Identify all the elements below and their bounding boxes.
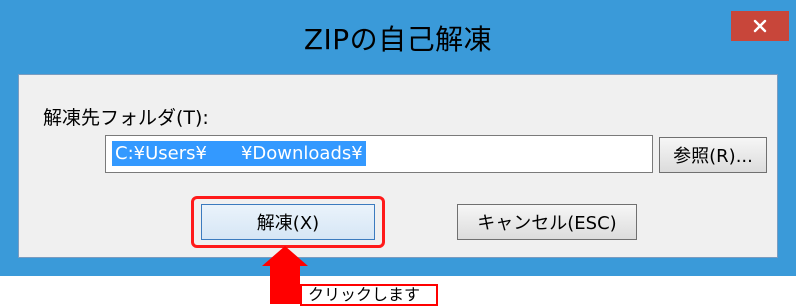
selected-path-text: C:¥Users¥ ¥Downloads¥ (112, 141, 366, 166)
dialog-window: ZIPの自己解凍 解凍先フォルダ(T): C:¥Users¥ ¥Download… (0, 0, 796, 276)
destination-folder-label: 解凍先フォルダ(T): (43, 107, 209, 129)
close-icon (753, 19, 767, 33)
browse-button[interactable]: 参照(R)... (659, 137, 767, 173)
close-button[interactable] (731, 11, 789, 41)
destination-folder-input[interactable]: C:¥Users¥ ¥Downloads¥ (105, 135, 653, 173)
title-bar[interactable]: ZIPの自己解凍 (0, 0, 796, 74)
pointer-arrow-shaft (270, 262, 300, 304)
cancel-button[interactable]: キャンセル(ESC) (457, 204, 637, 240)
path-suffix: ¥Downloads¥ (240, 143, 363, 164)
extract-button[interactable]: 解凍(X) (201, 204, 375, 240)
path-prefix: C:¥Users¥ (115, 143, 207, 164)
dialog-body: 解凍先フォルダ(T): C:¥Users¥ ¥Downloads¥ 参照(R).… (18, 74, 778, 258)
window-title: ZIPの自己解凍 (303, 23, 493, 56)
masked-username (207, 141, 241, 166)
click-instruction-callout: クリックします (300, 284, 438, 306)
